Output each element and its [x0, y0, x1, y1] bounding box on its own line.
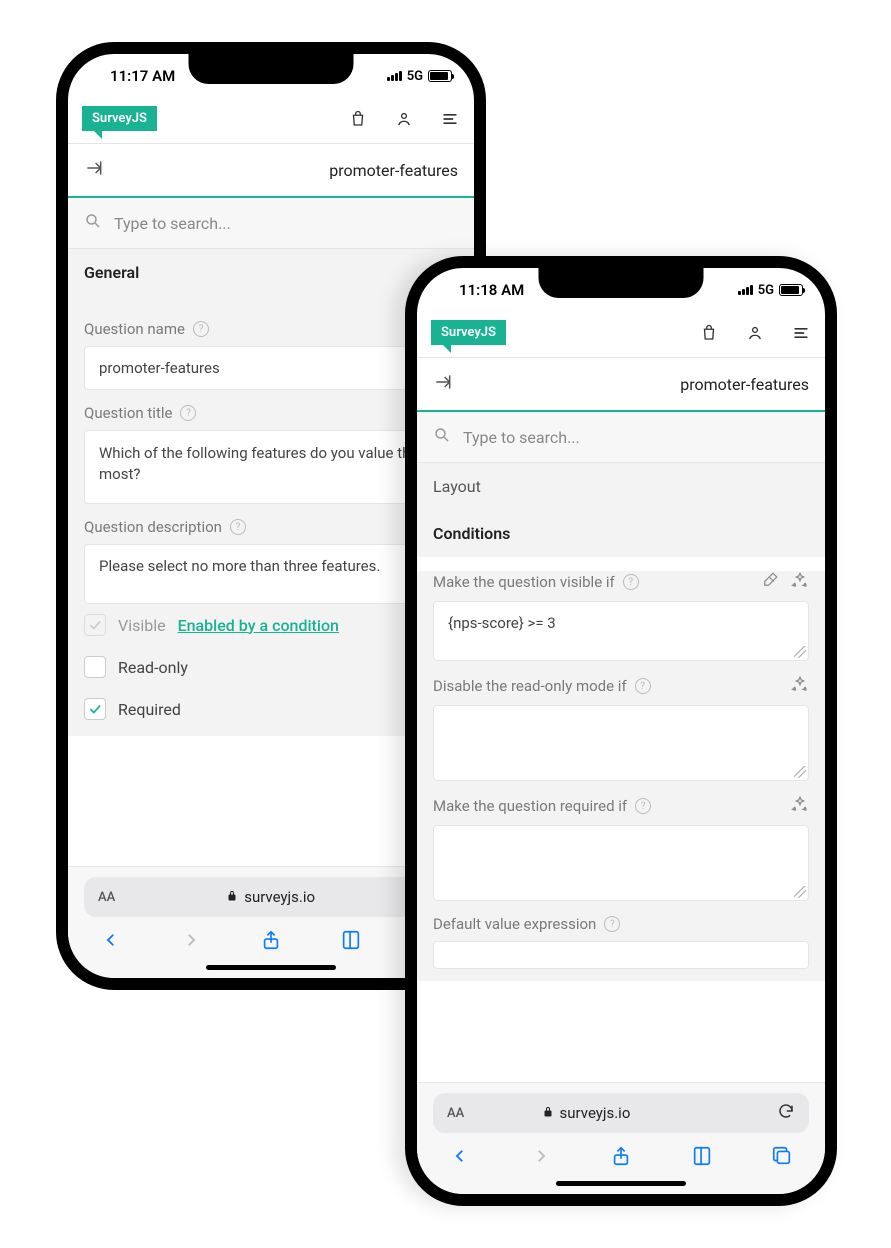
resize-handle[interactable]: [794, 886, 806, 898]
notch: [539, 268, 704, 298]
battery-icon: [779, 284, 803, 296]
battery-icon: [428, 70, 452, 82]
label-required-if: Make the question required if: [433, 797, 627, 815]
help-icon[interactable]: ?: [230, 519, 246, 535]
magic-icon[interactable]: [791, 795, 809, 817]
help-icon[interactable]: ?: [604, 916, 620, 932]
input-question-title[interactable]: Which of the following features do you v…: [84, 430, 458, 504]
search-row[interactable]: Type to search...: [68, 198, 474, 249]
reload-icon[interactable]: [777, 1102, 795, 1124]
input-required-if[interactable]: [433, 825, 809, 901]
menu-icon[interactable]: [440, 109, 460, 129]
label-visible: Visible: [118, 616, 166, 635]
signal-icon: [738, 285, 753, 295]
question-desc-value: Please select no more than three feature…: [99, 557, 380, 575]
breadcrumb-row: promoter-features: [68, 144, 474, 198]
app-header: SurveyJS: [417, 312, 825, 357]
home-indicator: [556, 1181, 686, 1186]
app-header: SurveyJS: [68, 98, 474, 143]
label-default-expr: Default value expression: [433, 915, 596, 933]
network-label: 5G: [407, 69, 423, 84]
input-question-name[interactable]: promoter-features: [84, 346, 458, 390]
eraser-icon[interactable]: [761, 571, 779, 593]
brand-logo[interactable]: SurveyJS: [82, 106, 157, 131]
indent-icon[interactable]: [84, 158, 104, 182]
help-icon[interactable]: ?: [623, 574, 639, 590]
help-icon[interactable]: ?: [180, 405, 196, 421]
forward-icon[interactable]: [178, 927, 204, 953]
bookmarks-icon[interactable]: [689, 1143, 715, 1169]
back-icon[interactable]: [447, 1143, 473, 1169]
safari-toolbar: AA surveyjs.io: [417, 1082, 825, 1194]
visible-if-value: {nps-score} >= 3: [448, 614, 556, 632]
user-icon[interactable]: [745, 323, 765, 343]
input-default-expr[interactable]: [433, 941, 809, 969]
indent-icon[interactable]: [433, 372, 453, 396]
url-bar[interactable]: AA surveyjs.io: [433, 1093, 809, 1133]
tabs-icon[interactable]: [769, 1143, 795, 1169]
search-row[interactable]: Type to search...: [417, 412, 825, 463]
conditions-panel: Make the question visible if ? {nps-scor…: [417, 571, 825, 981]
input-question-description[interactable]: Please select no more than three feature…: [84, 544, 458, 604]
bag-icon[interactable]: [699, 323, 719, 343]
input-visible-if[interactable]: {nps-score} >= 3: [433, 601, 809, 661]
status-time: 11:17 AM: [90, 67, 175, 85]
share-icon[interactable]: [608, 1143, 634, 1169]
resize-handle[interactable]: [794, 646, 806, 658]
back-icon[interactable]: [98, 927, 124, 953]
lock-icon: [542, 1104, 554, 1122]
question-title-value: Which of the following features do you v…: [99, 444, 418, 483]
notch: [189, 54, 354, 84]
help-icon[interactable]: ?: [193, 321, 209, 337]
search-icon: [84, 212, 102, 234]
checkbox-visible: [84, 614, 106, 636]
question-ref: promoter-features: [680, 375, 809, 394]
help-icon[interactable]: ?: [635, 678, 651, 694]
label-readonly: Read-only: [118, 658, 188, 677]
label-visible-if: Make the question visible if: [433, 573, 615, 591]
label-disable-readonly-if: Disable the read-only mode if: [433, 677, 627, 695]
search-input[interactable]: Type to search...: [463, 428, 580, 447]
section-conditions[interactable]: Conditions: [417, 510, 825, 557]
link-enabled-by-condition[interactable]: Enabled by a condition: [178, 616, 339, 635]
home-indicator: [206, 965, 336, 970]
brand-logo[interactable]: SurveyJS: [431, 320, 506, 345]
text-size-icon[interactable]: AA: [98, 890, 115, 905]
checkbox-required[interactable]: [84, 698, 106, 720]
resize-handle[interactable]: [794, 766, 806, 778]
url-host: surveyjs.io: [560, 1104, 631, 1122]
breadcrumb-row: promoter-features: [417, 358, 825, 412]
lock-icon: [226, 888, 238, 906]
url-host: surveyjs.io: [244, 888, 315, 906]
help-icon[interactable]: ?: [635, 798, 651, 814]
bag-icon[interactable]: [348, 109, 368, 129]
menu-icon[interactable]: [791, 323, 811, 343]
share-icon[interactable]: [258, 927, 284, 953]
network-label: 5G: [758, 283, 774, 298]
url-bar[interactable]: AA surveyjs.io: [84, 877, 458, 917]
label-question-name: Question name: [84, 320, 185, 338]
checkbox-readonly[interactable]: [84, 656, 106, 678]
user-icon[interactable]: [394, 109, 414, 129]
search-input[interactable]: Type to search...: [114, 214, 231, 233]
signal-icon: [387, 71, 402, 81]
label-question-title: Question title: [84, 404, 172, 422]
phone-right: 11:18 AM 5G SurveyJS promoter-features T…: [405, 256, 837, 1206]
magic-icon[interactable]: [791, 571, 809, 593]
section-layout[interactable]: Layout: [417, 463, 825, 510]
bookmarks-icon[interactable]: [338, 927, 364, 953]
input-disable-readonly-if[interactable]: [433, 705, 809, 781]
text-size-icon[interactable]: AA: [447, 1106, 464, 1121]
question-ref: promoter-features: [329, 161, 458, 180]
forward-icon[interactable]: [528, 1143, 554, 1169]
label-required: Required: [118, 700, 181, 719]
magic-icon[interactable]: [791, 675, 809, 697]
status-time: 11:18 AM: [439, 281, 524, 299]
label-question-description: Question description: [84, 518, 222, 536]
search-icon: [433, 426, 451, 448]
